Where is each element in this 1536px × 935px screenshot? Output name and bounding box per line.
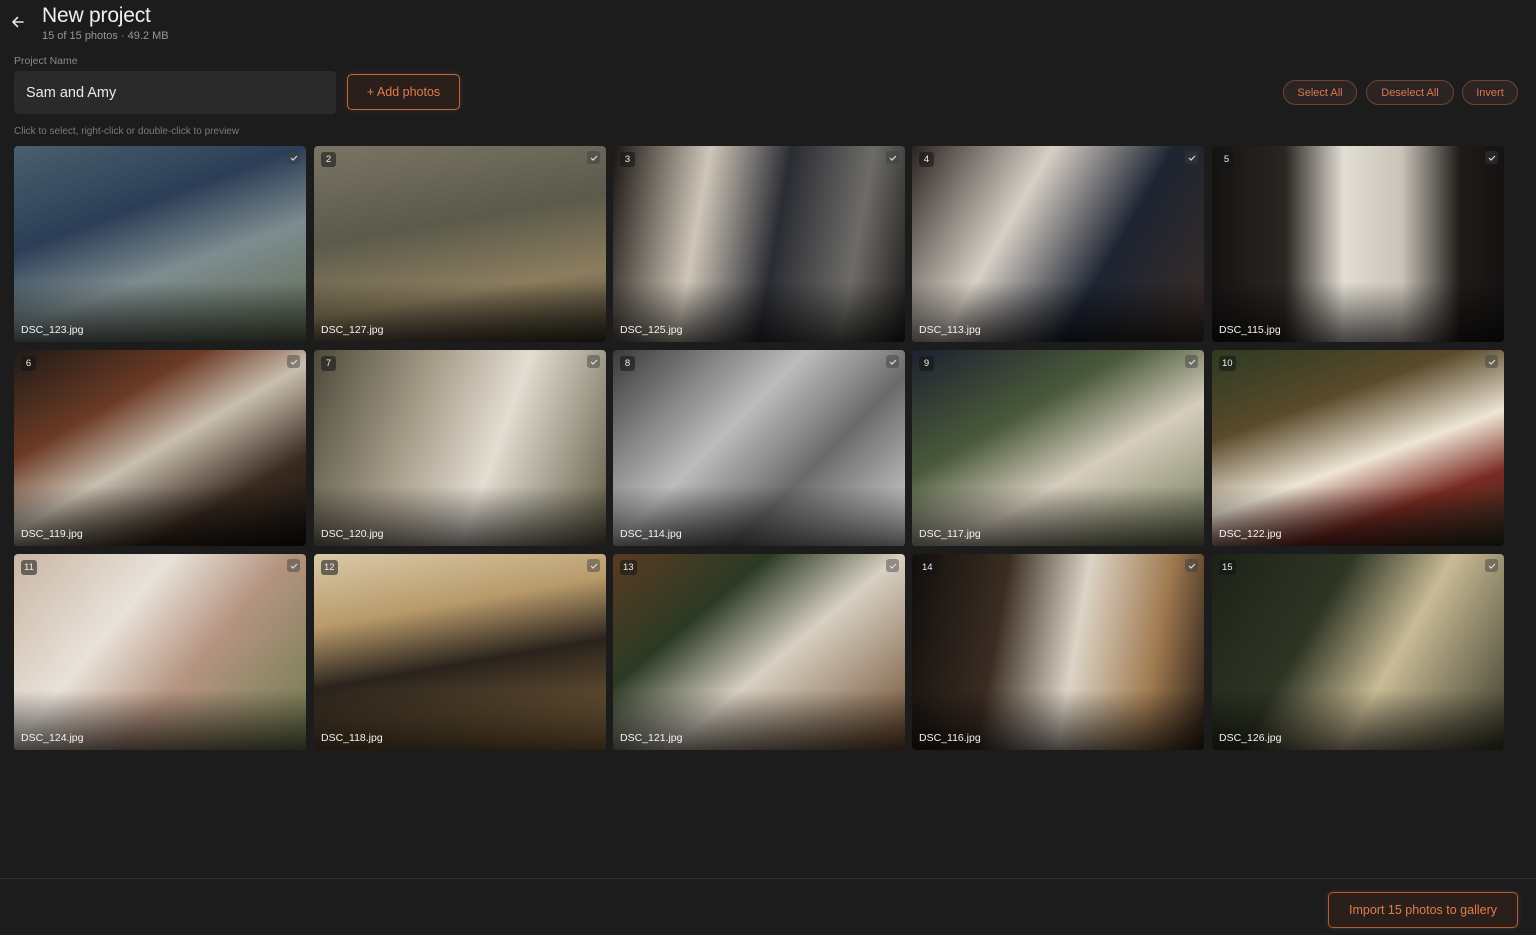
photo-number-badge: 5: [1219, 152, 1234, 167]
arrow-left-icon: [12, 16, 24, 28]
selected-check-icon[interactable]: [1185, 559, 1198, 572]
selected-check-icon[interactable]: [587, 559, 600, 572]
photo-tile[interactable]: 7 DSC_120.jpg: [314, 350, 606, 546]
photo-filename: DSC_120.jpg: [321, 528, 384, 540]
photo-number-badge: 15: [1219, 560, 1236, 575]
photo-filename: DSC_125.jpg: [620, 324, 683, 336]
photo-number-badge: 4: [919, 152, 934, 167]
selected-check-icon[interactable]: [287, 559, 300, 572]
photo-number-badge: 8: [620, 356, 635, 371]
selected-check-icon[interactable]: [587, 151, 600, 164]
deselect-all-button[interactable]: Deselect All: [1366, 80, 1454, 105]
photo-number-badge: 12: [321, 560, 338, 575]
photo-tile[interactable]: 5 DSC_115.jpg: [1212, 146, 1504, 342]
photo-number-badge: 14: [919, 560, 936, 575]
photo-tile[interactable]: 9 DSC_117.jpg: [912, 350, 1204, 546]
photo-filename: DSC_113.jpg: [919, 324, 981, 336]
project-name-label: Project Name: [14, 55, 78, 67]
photo-tile[interactable]: 13 DSC_121.jpg: [613, 554, 905, 750]
photo-count-summary: 15 of 15 photos · 49.2 MB: [42, 30, 169, 42]
photo-tile[interactable]: 2 DSC_127.jpg: [314, 146, 606, 342]
selected-check-icon[interactable]: [1185, 355, 1198, 368]
photo-tile[interactable]: 14 DSC_116.jpg: [912, 554, 1204, 750]
selected-check-icon[interactable]: [886, 559, 899, 572]
photo-tile[interactable]: 3 DSC_125.jpg: [613, 146, 905, 342]
photo-filename: DSC_117.jpg: [919, 528, 981, 540]
photo-number-badge: 7: [321, 356, 336, 371]
photo-tile[interactable]: 15 DSC_126.jpg: [1212, 554, 1504, 750]
photo-filename: DSC_126.jpg: [1219, 732, 1282, 744]
invert-selection-button[interactable]: Invert: [1462, 80, 1518, 105]
page-title: New project: [42, 4, 151, 27]
selected-check-icon[interactable]: [1185, 151, 1198, 164]
select-all-button[interactable]: Select All: [1283, 80, 1357, 105]
photo-tile[interactable]: 4 DSC_113.jpg: [912, 146, 1204, 342]
footer-divider: [0, 878, 1536, 879]
photo-tile[interactable]: DSC_123.jpg: [14, 146, 306, 342]
photo-tile[interactable]: 11 DSC_124.jpg: [14, 554, 306, 750]
back-button[interactable]: [8, 12, 28, 32]
selected-check-icon[interactable]: [886, 151, 899, 164]
photo-tile[interactable]: 10 DSC_122.jpg: [1212, 350, 1504, 546]
photo-filename: DSC_118.jpg: [321, 732, 383, 744]
selection-hint: Click to select, right-click or double-c…: [14, 126, 240, 137]
selected-check-icon[interactable]: [1485, 151, 1498, 164]
photo-tile[interactable]: 12 DSC_118.jpg: [314, 554, 606, 750]
photo-filename: DSC_116.jpg: [919, 732, 981, 744]
photo-filename: DSC_119.jpg: [21, 528, 83, 540]
photo-filename: DSC_123.jpg: [21, 324, 84, 336]
photo-number-badge: 11: [21, 560, 37, 575]
photo-filename: DSC_114.jpg: [620, 528, 682, 540]
selected-check-icon[interactable]: [1485, 559, 1498, 572]
selected-check-icon[interactable]: [587, 355, 600, 368]
photo-number-badge: 2: [321, 152, 336, 167]
project-name-input[interactable]: [14, 71, 336, 114]
photo-filename: DSC_115.jpg: [1219, 324, 1281, 336]
photo-number-badge: 9: [919, 356, 934, 371]
import-to-gallery-button[interactable]: Import 15 photos to gallery: [1328, 892, 1518, 928]
selected-check-icon[interactable]: [886, 355, 899, 368]
photo-filename: DSC_122.jpg: [1219, 528, 1282, 540]
photo-tile[interactable]: 8 DSC_114.jpg: [613, 350, 905, 546]
photo-number-badge: 6: [21, 356, 36, 371]
photo-number-badge: 3: [620, 152, 635, 167]
photo-filename: DSC_127.jpg: [321, 324, 384, 336]
photo-number-badge: 13: [620, 560, 637, 575]
selected-check-icon[interactable]: [1485, 355, 1498, 368]
add-photos-button[interactable]: + Add photos: [347, 74, 460, 110]
selected-check-icon[interactable]: [287, 151, 300, 164]
selected-check-icon[interactable]: [287, 355, 300, 368]
photo-number-badge: 10: [1219, 356, 1236, 371]
photo-filename: DSC_121.jpg: [620, 732, 683, 744]
photo-grid: DSC_123.jpg 2 DSC_127.jpg 3 DSC_125.jpg …: [14, 146, 1504, 751]
photo-filename: DSC_124.jpg: [21, 732, 84, 744]
photo-tile[interactable]: 6 DSC_119.jpg: [14, 350, 306, 546]
